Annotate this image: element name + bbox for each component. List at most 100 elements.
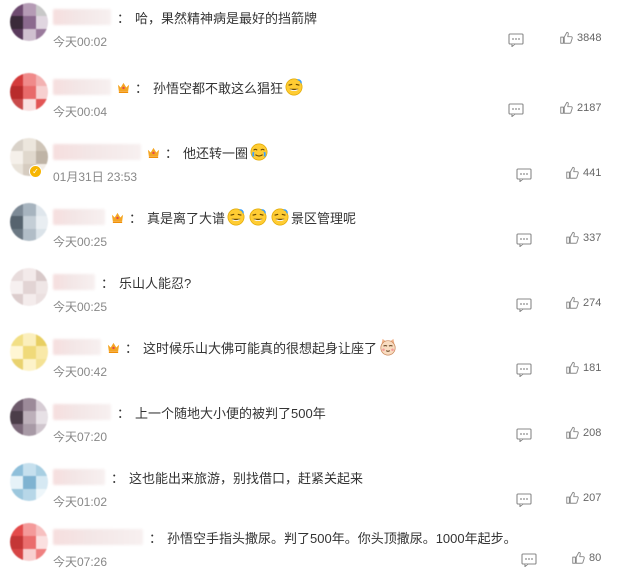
comment-icon[interactable] bbox=[521, 553, 537, 568]
comment-icon[interactable] bbox=[516, 493, 532, 508]
comment-timestamp: 今天00:04 bbox=[53, 105, 108, 119]
crown-badge-icon bbox=[111, 211, 124, 224]
comment-timestamp: 01月31日 23:53 bbox=[53, 170, 138, 184]
crown-badge-icon bbox=[107, 341, 120, 354]
comment-item: ：这时候乐山大佛可能真的很想起身让座了今天00:42 181 bbox=[0, 333, 618, 395]
username-link[interactable] bbox=[53, 9, 111, 25]
cat-emoji-icon bbox=[379, 338, 397, 356]
colon-separator: ： bbox=[125, 340, 139, 356]
colon-separator: ： bbox=[101, 275, 115, 291]
comment-body: ：哈，果然精神病是最好的挡箭牌 bbox=[53, 6, 317, 28]
comment-text: 他还转一圈 bbox=[183, 145, 249, 161]
comment-text: 乐山人能忍? bbox=[119, 275, 192, 291]
avatar[interactable] bbox=[10, 463, 48, 501]
colon-separator: ： bbox=[129, 210, 143, 226]
avatar[interactable] bbox=[10, 333, 48, 371]
avatar[interactable] bbox=[10, 523, 48, 561]
comment-item: ：真是离了大谱 景区管理呢今天00:25 337 bbox=[0, 203, 618, 265]
comment-item: ：孙悟空都不敢这么猖狂今天00:04 2187 bbox=[0, 73, 618, 135]
comment-text: 哈，果然精神病是最好的挡箭牌 bbox=[135, 10, 318, 26]
comment-body: ：真是离了大谱 景区管理呢 bbox=[53, 206, 356, 228]
verified-badge-icon: ✓ bbox=[29, 165, 42, 178]
like-count: 2187 bbox=[577, 102, 602, 114]
comment-timestamp: 今天01:02 bbox=[53, 495, 108, 509]
like-count: 3848 bbox=[577, 32, 602, 44]
crown-badge-icon bbox=[117, 81, 130, 94]
comment-body: ：孙悟空手指头撒尿。判了500年。你头顶撒尿。1000年起步。 bbox=[53, 526, 517, 548]
avatar[interactable] bbox=[10, 203, 48, 241]
colon-separator: ： bbox=[111, 470, 125, 486]
comment-body: ：这时候乐山大佛可能真的很想起身让座了 bbox=[53, 336, 399, 358]
comment-text-continued: 景区管理呢 bbox=[291, 210, 357, 226]
comment-icon[interactable] bbox=[516, 428, 532, 443]
comment-body: ：乐山人能忍? bbox=[53, 271, 191, 293]
comment-item: ：上一个随地大小便的被判了500年 今天07:20 208 bbox=[0, 398, 618, 460]
colon-separator: ： bbox=[165, 145, 179, 161]
username-link[interactable] bbox=[53, 209, 105, 225]
username-link[interactable] bbox=[53, 144, 141, 160]
thumbs-up-icon bbox=[565, 491, 583, 505]
thumbs-up-icon bbox=[571, 551, 589, 565]
comment-text: 这时候乐山大佛可能真的很想起身让座了 bbox=[143, 340, 378, 356]
colon-separator: ： bbox=[135, 80, 149, 96]
like-button[interactable]: 207 bbox=[565, 490, 601, 506]
thumbs-up-icon bbox=[559, 101, 577, 115]
username-link[interactable] bbox=[53, 404, 111, 420]
comment-timestamp: 今天00:42 bbox=[53, 365, 108, 379]
like-count: 80 bbox=[589, 552, 602, 564]
thumbs-up-icon bbox=[559, 31, 577, 45]
comment-body: ：他还转一圈 bbox=[53, 141, 270, 163]
comment-text: 孙悟空都不敢这么猖狂 bbox=[153, 80, 284, 96]
laugh-emoji-icon bbox=[249, 208, 267, 226]
username-link[interactable] bbox=[53, 469, 105, 485]
comment-timestamp: 今天00:25 bbox=[53, 300, 108, 314]
comment-body: ：孙悟空都不敢这么猖狂 bbox=[53, 76, 305, 98]
username-link[interactable] bbox=[53, 529, 143, 545]
like-count: 207 bbox=[583, 492, 602, 504]
thumbs-up-icon bbox=[565, 426, 583, 440]
thumbs-up-icon bbox=[565, 231, 583, 245]
username-link[interactable] bbox=[53, 274, 95, 290]
comment-icon[interactable] bbox=[508, 103, 524, 118]
avatar[interactable] bbox=[10, 73, 48, 111]
comment-timestamp: 今天00:02 bbox=[53, 35, 108, 49]
like-button[interactable]: 2187 bbox=[559, 100, 601, 116]
comment-icon[interactable] bbox=[516, 168, 532, 183]
laugh-emoji-icon bbox=[285, 78, 303, 96]
crown-badge-icon bbox=[147, 146, 160, 159]
like-button[interactable]: 3848 bbox=[559, 30, 601, 46]
comment-timestamp: 今天07:26 bbox=[53, 555, 108, 569]
like-button[interactable]: 337 bbox=[565, 230, 601, 246]
comment-text: 这也能出来旅游，别找借口，赶紧关起来 bbox=[129, 470, 364, 486]
comment-icon[interactable] bbox=[516, 363, 532, 378]
like-count: 274 bbox=[583, 297, 602, 309]
thumbs-up-icon bbox=[565, 361, 583, 375]
comment-timestamp: 今天00:25 bbox=[53, 235, 108, 249]
comment-icon[interactable] bbox=[516, 233, 532, 248]
comment-text: 上一个随地大小便的被判了500年 bbox=[135, 405, 326, 421]
comment-text: 真是离了大谱 bbox=[147, 210, 226, 226]
avatar[interactable] bbox=[10, 398, 48, 436]
laugh-emoji-icon bbox=[271, 208, 289, 226]
comment-item: ：哈，果然精神病是最好的挡箭牌今天00:02 3848 bbox=[0, 3, 618, 65]
avatar[interactable] bbox=[10, 268, 48, 306]
like-count: 181 bbox=[583, 362, 602, 374]
like-button[interactable]: 181 bbox=[565, 360, 601, 376]
username-link[interactable] bbox=[53, 339, 101, 355]
like-button[interactable]: 274 bbox=[565, 295, 601, 311]
thumbs-up-icon bbox=[565, 296, 583, 310]
comment-body: ：这也能出来旅游，别找借口，赶紧关起来 bbox=[53, 466, 363, 488]
comment-icon[interactable] bbox=[516, 298, 532, 313]
comment-timestamp: 今天07:20 bbox=[53, 430, 108, 444]
comment-item: ：乐山人能忍? 今天00:25 274 bbox=[0, 268, 618, 330]
like-button[interactable]: 80 bbox=[571, 550, 601, 566]
like-button[interactable]: 441 bbox=[565, 165, 601, 181]
like-count: 337 bbox=[583, 232, 602, 244]
colon-separator: ： bbox=[117, 10, 131, 26]
avatar[interactable] bbox=[10, 3, 48, 41]
like-button[interactable]: 208 bbox=[565, 425, 601, 441]
comment-icon[interactable] bbox=[508, 33, 524, 48]
username-link[interactable] bbox=[53, 79, 111, 95]
comment-item: ✓ ：他还转一圈 01月31日 23:53 441 bbox=[0, 138, 618, 200]
laugh-emoji-icon bbox=[227, 208, 245, 226]
